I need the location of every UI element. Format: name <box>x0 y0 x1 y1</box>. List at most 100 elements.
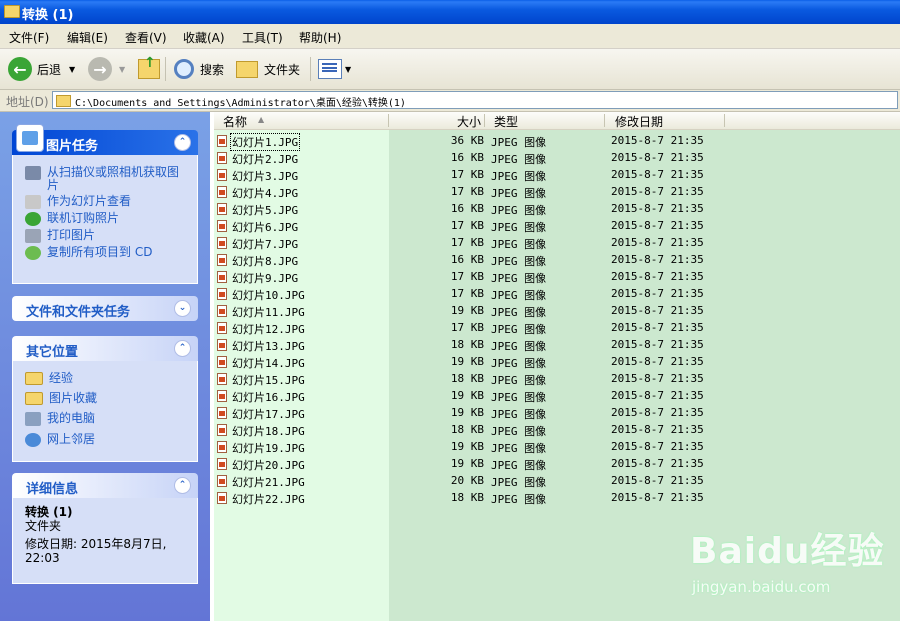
table-row[interactable]: 幻灯片6.JPG 17 KB JPEG 图像 2015-8-7 21:35 <box>214 218 900 235</box>
task-order-prints[interactable]: 联机订购照片 <box>25 212 197 226</box>
search-button[interactable]: 搜索 <box>174 55 224 83</box>
place-my-pictures[interactable]: 图片收藏 <box>25 392 197 405</box>
menu-view[interactable]: 查看(V) <box>125 29 167 46</box>
menu-favorites[interactable]: 收藏(A) <box>183 29 225 46</box>
column-divider[interactable] <box>484 114 485 127</box>
details-header[interactable]: 详细信息 ⌃ <box>12 473 198 498</box>
file-size: 19 KB <box>450 304 484 317</box>
file-type: JPEG 图像 <box>491 306 547 319</box>
sort-up-icon: ▲ <box>258 115 265 124</box>
table-row[interactable]: 幻灯片18.JPG 18 KB JPEG 图像 2015-8-7 21:35 <box>214 422 900 439</box>
address-label: 地址(D) <box>6 95 49 109</box>
table-row[interactable]: 幻灯片17.JPG 19 KB JPEG 图像 2015-8-7 21:35 <box>214 405 900 422</box>
file-size: 36 KB <box>450 134 484 147</box>
computer-icon <box>25 412 41 426</box>
jpeg-file-icon <box>217 288 227 300</box>
chevron-down-icon[interactable]: ▼ <box>69 65 75 74</box>
picture-tasks-header[interactable]: 图片任务 ⌃ <box>12 124 198 155</box>
details-name: 转换 (1) <box>25 505 73 519</box>
file-date: 2015-8-7 21:35 <box>611 151 704 164</box>
back-button[interactable]: ← 后退 ▼ <box>8 55 75 83</box>
expand-chevron-icon[interactable]: ⌄ <box>174 300 191 317</box>
file-size: 18 KB <box>450 423 484 436</box>
task-label: 复制所有项目到 CD <box>47 245 153 259</box>
column-header-size[interactable]: 大小 <box>457 113 481 130</box>
column-divider[interactable] <box>604 114 605 127</box>
file-date: 2015-8-7 21:35 <box>611 389 704 402</box>
table-row[interactable]: 幻灯片20.JPG 19 KB JPEG 图像 2015-8-7 21:35 <box>214 456 900 473</box>
table-row[interactable]: 幻灯片21.JPG 20 KB JPEG 图像 2015-8-7 21:35 <box>214 473 900 490</box>
table-row[interactable]: 幻灯片19.JPG 19 KB JPEG 图像 2015-8-7 21:35 <box>214 439 900 456</box>
title-bar[interactable]: 转换 (1) <box>0 0 900 24</box>
other-places-title: 其它位置 <box>26 345 79 360</box>
chevron-down-icon[interactable]: ▼ <box>119 65 125 74</box>
column-divider[interactable] <box>388 114 389 127</box>
other-places-header[interactable]: 其它位置 ⌃ <box>12 336 198 361</box>
column-header-type[interactable]: 类型 <box>494 113 518 130</box>
table-row[interactable]: 幻灯片4.JPG 17 KB JPEG 图像 2015-8-7 21:35 <box>214 184 900 201</box>
table-row[interactable]: 幻灯片12.JPG 17 KB JPEG 图像 2015-8-7 21:35 <box>214 320 900 337</box>
menu-tools[interactable]: 工具(T) <box>242 29 283 46</box>
place-label: 经验 <box>49 371 74 385</box>
up-folder-button[interactable]: ↑ <box>138 55 160 83</box>
file-date: 2015-8-7 21:35 <box>611 355 704 368</box>
jpeg-file-icon <box>217 475 227 487</box>
collapse-chevron-icon[interactable]: ⌃ <box>174 477 191 494</box>
file-tasks-panel: 文件和文件夹任务 ⌄ <box>12 296 198 321</box>
table-row[interactable]: 幻灯片2.JPG 16 KB JPEG 图像 2015-8-7 21:35 <box>214 150 900 167</box>
file-size: 17 KB <box>450 287 484 300</box>
table-row[interactable]: 幻灯片13.JPG 18 KB JPEG 图像 2015-8-7 21:35 <box>214 337 900 354</box>
menu-help[interactable]: 帮助(H) <box>299 29 341 46</box>
place-network[interactable]: 网上邻居 <box>25 433 197 447</box>
address-input[interactable]: C:\Documents and Settings\Administrator\… <box>52 91 898 109</box>
table-row[interactable]: 幻灯片9.JPG 17 KB JPEG 图像 2015-8-7 21:35 <box>214 269 900 286</box>
file-date: 2015-8-7 21:35 <box>611 185 704 198</box>
table-row[interactable]: 幻灯片16.JPG 19 KB JPEG 图像 2015-8-7 21:35 <box>214 388 900 405</box>
task-get-from-scanner[interactable]: 从扫描仪或照相机获取图片 <box>25 166 197 192</box>
watermark-url: jingyan.baidu.com <box>692 578 831 596</box>
table-row[interactable]: 幻灯片1.JPG 36 KB JPEG 图像 2015-8-7 21:35 <box>214 133 900 151</box>
table-row[interactable]: 幻灯片22.JPG 18 KB JPEG 图像 2015-8-7 21:35 <box>214 490 900 507</box>
forward-button[interactable]: → ▼ <box>88 55 125 83</box>
column-header-name[interactable]: 名称 <box>223 113 247 130</box>
jpeg-file-icon <box>217 339 227 351</box>
collapse-chevron-icon[interactable]: ⌃ <box>174 134 191 151</box>
folders-button[interactable]: 文件夹 <box>236 55 300 83</box>
search-icon <box>174 59 194 79</box>
baidu-watermark: Baidu经验 jingyan.baidu.com <box>690 520 895 610</box>
file-tasks-header[interactable]: 文件和文件夹任务 ⌄ <box>12 296 198 321</box>
column-divider[interactable] <box>724 114 725 127</box>
place-my-computer[interactable]: 我的电脑 <box>25 412 197 426</box>
file-name: 幻灯片1.JPG <box>229 133 301 151</box>
table-row[interactable]: 幻灯片8.JPG 16 KB JPEG 图像 2015-8-7 21:35 <box>214 252 900 269</box>
details-type: 文件夹 <box>25 519 62 533</box>
file-name: 幻灯片22.JPG <box>232 493 305 506</box>
place-jingyan[interactable]: 经验 <box>25 372 197 385</box>
address-path: C:\Documents and Settings\Administrator\… <box>75 98 406 109</box>
table-row[interactable]: 幻灯片11.JPG 19 KB JPEG 图像 2015-8-7 21:35 <box>214 303 900 320</box>
file-type: JPEG 图像 <box>491 170 547 183</box>
jpeg-file-icon <box>217 407 227 419</box>
file-type: JPEG 图像 <box>491 289 547 302</box>
table-row[interactable]: 幻灯片14.JPG 19 KB JPEG 图像 2015-8-7 21:35 <box>214 354 900 371</box>
task-view-slideshow[interactable]: 作为幻灯片查看 <box>25 195 197 209</box>
jpeg-file-icon <box>217 322 227 334</box>
menu-edit[interactable]: 编辑(E) <box>67 29 108 46</box>
menu-file[interactable]: 文件(F) <box>9 29 49 46</box>
task-label: 联机订购照片 <box>47 211 120 225</box>
file-size: 20 KB <box>450 474 484 487</box>
table-row[interactable]: 幻灯片15.JPG 18 KB JPEG 图像 2015-8-7 21:35 <box>214 371 900 388</box>
file-type: JPEG 图像 <box>491 221 547 234</box>
details-body: 转换 (1) 文件夹 修改日期: 2015年8月7日, 22:03 <box>12 498 198 584</box>
column-header-date[interactable]: 修改日期 <box>615 113 663 130</box>
task-copy-to-cd[interactable]: 复制所有项目到 CD <box>25 246 197 260</box>
table-row[interactable]: 幻灯片3.JPG 17 KB JPEG 图像 2015-8-7 21:35 <box>214 167 900 184</box>
table-row[interactable]: 幻灯片5.JPG 16 KB JPEG 图像 2015-8-7 21:35 <box>214 201 900 218</box>
table-row[interactable]: 幻灯片10.JPG 17 KB JPEG 图像 2015-8-7 21:35 <box>214 286 900 303</box>
file-name: 幻灯片10.JPG <box>232 289 305 302</box>
collapse-chevron-icon[interactable]: ⌃ <box>174 340 191 357</box>
task-print-pictures[interactable]: 打印图片 <box>25 229 197 243</box>
table-row[interactable]: 幻灯片7.JPG 17 KB JPEG 图像 2015-8-7 21:35 <box>214 235 900 252</box>
picture-tasks-body: 从扫描仪或照相机获取图片 作为幻灯片查看 联机订购照片 打印图片 复制所有项目到… <box>12 155 198 284</box>
views-button[interactable]: ▼ <box>318 55 351 83</box>
